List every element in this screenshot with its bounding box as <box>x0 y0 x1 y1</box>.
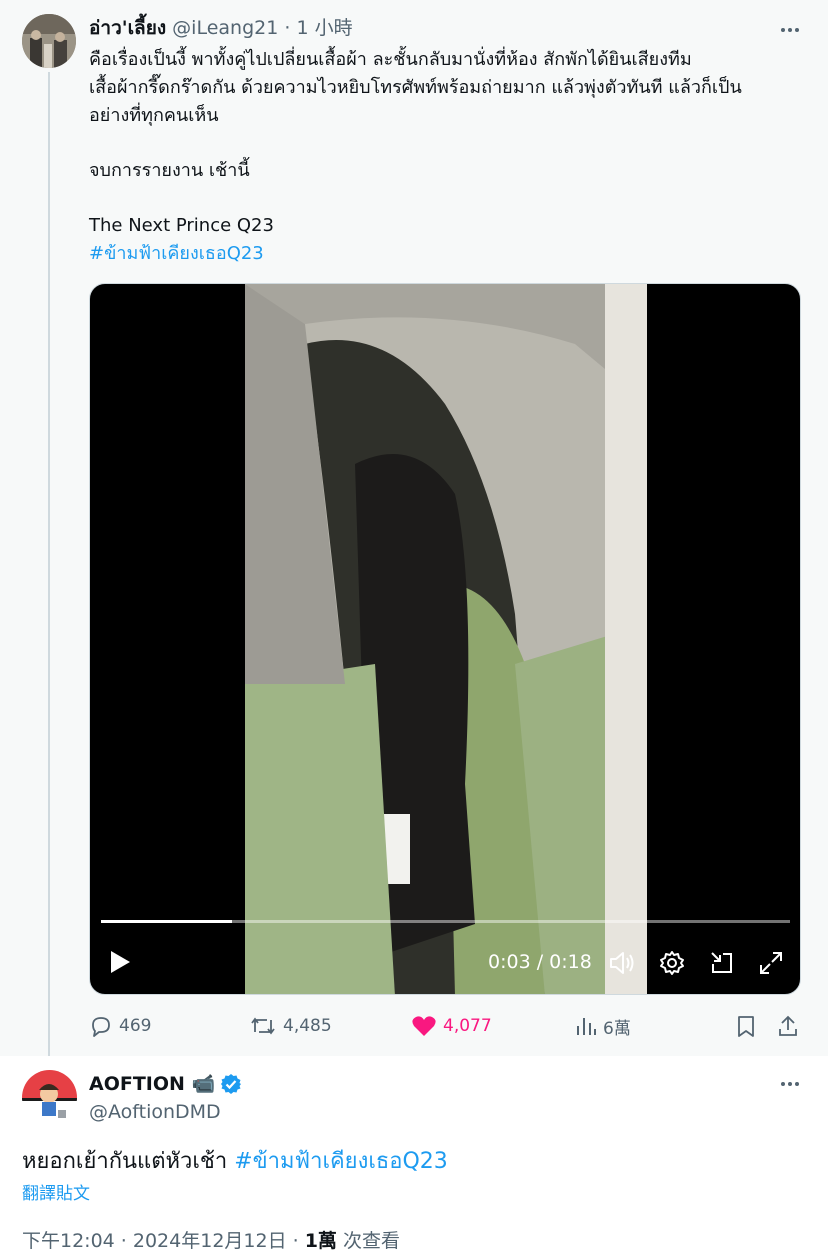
tweet-text-line: อย่างที่ทุกคนเห็น <box>89 105 219 126</box>
bookmark-button[interactable] <box>735 1012 763 1040</box>
hashtag-link[interactable]: #ข้ามฟ้าเคียงเธอQ23 <box>89 240 809 268</box>
more-dot-icon <box>795 1082 799 1086</box>
share-icon <box>779 1015 797 1036</box>
tweet-header: อ่าว'เลี้ยง @iLeang21 · 1 小時 <box>89 14 353 42</box>
retweet-count: 4,485 <box>283 1016 332 1036</box>
avatar[interactable] <box>22 1070 77 1125</box>
author-name[interactable]: อ่าว'เลี้ยง <box>89 17 166 39</box>
more-dot-icon <box>788 1082 792 1086</box>
like-count: 4,077 <box>443 1016 492 1036</box>
reply-tweet[interactable]: อ่าว'เลี้ยง @iLeang21 · 1 小時 คือเรื่องเป… <box>0 0 828 1056</box>
play-icon <box>111 951 130 973</box>
tweet-text-line: คือเรื่องเป็นงี้ พาทั้งคู่ไปเปลี่ยนเสื้อ… <box>89 49 692 70</box>
video-frame <box>245 284 647 994</box>
tweet-text-line: เสื้อผ้ากรี๊ดกร๊าดกัน ด้วยความไวหยิบโทรศ… <box>89 77 742 98</box>
reply-count: 469 <box>119 1016 152 1036</box>
video-player[interactable]: 0:03 / 0:18 <box>89 283 801 995</box>
minimize-button[interactable] <box>707 948 737 978</box>
volume-icon <box>610 952 634 974</box>
share-button[interactable] <box>777 1012 805 1040</box>
video-camera-icon: 📹 <box>191 1073 216 1095</box>
settings-button[interactable] <box>657 948 687 978</box>
separator-dot: · <box>284 17 297 39</box>
author-name[interactable]: AOFTION <box>89 1070 185 1098</box>
author-handle[interactable]: @AoftionDMD <box>89 1098 221 1126</box>
heart-icon <box>412 1016 436 1036</box>
author-name-row[interactable]: AOFTION 📹 <box>89 1070 242 1098</box>
more-dot-icon <box>795 28 799 32</box>
tweet-text-line: จบการรายงาน เช้านี้ <box>89 160 250 181</box>
video-progress-fill <box>101 920 232 923</box>
views-button[interactable]: 6萬 <box>575 1012 631 1040</box>
main-tweet: AOFTION 📹 @AoftionDMD หยอกเย้ากันแต่หัวเ… <box>0 1056 828 1260</box>
retweet-icon <box>251 1017 275 1035</box>
volume-button[interactable] <box>608 948 638 978</box>
view-count: 1萬 <box>304 1230 337 1252</box>
author-handle[interactable]: @iLeang21 <box>172 17 278 39</box>
more-options-button[interactable] <box>776 1070 804 1098</box>
tweet-actions: 469 4,485 4,077 6萬 <box>89 1012 801 1040</box>
expand-icon <box>760 952 782 974</box>
more-dot-icon <box>788 28 792 32</box>
tweet-text: หยอกเย้ากันแต่หัวเช้า #ข้ามฟ้าเคียงเธอQ2… <box>22 1146 448 1178</box>
bookmark-icon <box>738 1016 754 1037</box>
video-time: 0:03 / 0:18 <box>488 951 592 973</box>
thread-connector-line <box>48 72 50 1056</box>
verified-badge-icon[interactable] <box>220 1073 242 1095</box>
play-button[interactable] <box>106 948 134 976</box>
more-dot-icon <box>781 1082 785 1086</box>
like-button[interactable]: 4,077 <box>411 1012 492 1040</box>
more-dot-icon <box>781 28 785 32</box>
tweet-text-body: หยอกเย้ากันแต่หัวเช้า <box>22 1149 228 1174</box>
translate-post-link[interactable]: 翻譯貼文 <box>22 1182 90 1206</box>
reply-icon <box>92 1017 110 1037</box>
fullscreen-button[interactable] <box>756 948 786 978</box>
views-count: 6萬 <box>603 1018 631 1039</box>
analytics-icon <box>577 1018 596 1035</box>
time-ago[interactable]: 1 小時 <box>296 17 352 39</box>
gear-icon <box>660 951 684 975</box>
retweet-button[interactable]: 4,485 <box>249 1012 332 1040</box>
more-options-button[interactable] <box>776 16 804 44</box>
reply-button[interactable]: 469 <box>89 1012 151 1040</box>
picture-in-picture-icon <box>711 952 732 973</box>
timestamp-date[interactable]: 下午12:04 · 2024年12月12日 · <box>22 1230 305 1252</box>
view-label: 次查看 <box>336 1230 400 1252</box>
tweet-text: คือเรื่องเป็นงี้ พาทั้งคู่ไปเปลี่ยนเสื้อ… <box>89 46 809 268</box>
tweet-text-line: The Next Prince Q23 <box>89 215 274 236</box>
tweet-timestamp: 下午12:04 · 2024年12月12日 · 1萬 次查看 <box>22 1227 400 1255</box>
avatar[interactable] <box>22 14 76 68</box>
hashtag-link[interactable]: #ข้ามฟ้าเคียงเธอQ23 <box>234 1149 448 1174</box>
video-progress-bar[interactable] <box>101 920 790 923</box>
